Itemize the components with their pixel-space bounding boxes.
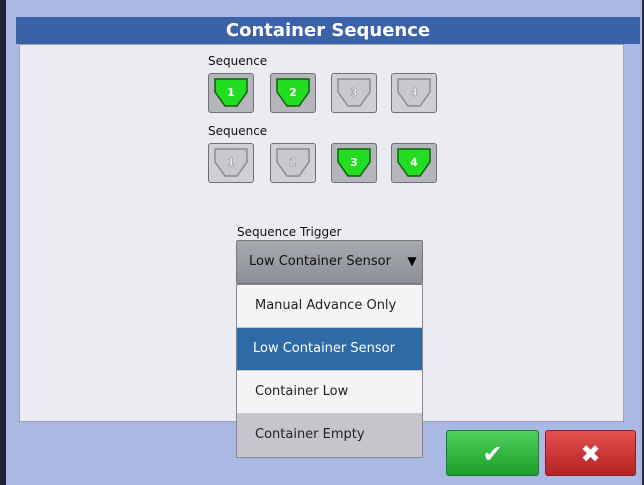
hopper-icon: 4: [397, 148, 431, 177]
container-2-button[interactable]: 2: [270, 73, 316, 113]
container-4-button[interactable]: 4: [391, 73, 437, 113]
sequence-trigger-value: Low Container Sensor: [249, 254, 391, 269]
option-container-low[interactable]: Container Low: [237, 371, 422, 414]
hopper-icon: 1: [214, 78, 248, 107]
container-number: 3: [350, 86, 358, 99]
cancel-button[interactable]: ✖: [545, 430, 636, 476]
accept-button[interactable]: ✔: [446, 430, 539, 476]
container-number: 1: [227, 156, 235, 169]
hopper-icon: 3: [337, 148, 371, 177]
container-number: 4: [410, 156, 418, 169]
container-1-button[interactable]: 1: [208, 143, 254, 183]
container-4-button[interactable]: 4: [391, 143, 437, 183]
container-number: 3: [350, 156, 358, 169]
sequence-label-2: Sequence: [208, 124, 268, 138]
hopper-icon: 2: [276, 78, 310, 107]
x-icon: ✖: [580, 440, 601, 468]
sequence-trigger-menu: Manual Advance Only Low Container Sensor…: [236, 284, 423, 458]
triangle-down-icon[interactable]: ▼: [402, 241, 422, 283]
container-3-button[interactable]: 3: [331, 73, 377, 113]
dialog-title: Container Sequence: [16, 17, 640, 44]
container-number: 4: [410, 86, 418, 99]
sequence-trigger-label: Sequence Trigger: [237, 225, 342, 239]
option-low-container-sensor[interactable]: Low Container Sensor: [237, 328, 422, 371]
container-number: 2: [289, 156, 297, 169]
container-3-button[interactable]: 3: [331, 143, 377, 183]
container-number: 1: [227, 86, 235, 99]
option-container-empty[interactable]: Container Empty: [237, 414, 422, 457]
hopper-icon: 2: [276, 148, 310, 177]
container-1-button[interactable]: 1: [208, 73, 254, 113]
container-number: 2: [289, 86, 297, 99]
hopper-icon: 4: [397, 78, 431, 107]
option-manual-advance-only[interactable]: Manual Advance Only: [237, 285, 422, 328]
hopper-icon: 1: [214, 148, 248, 177]
sequence-label-1: Sequence: [208, 54, 268, 68]
hopper-icon: 3: [337, 78, 371, 107]
sequence-trigger-dropdown[interactable]: Low Container Sensor ▼: [236, 240, 423, 284]
container-2-button[interactable]: 2: [270, 143, 316, 183]
checkmark-icon: ✔: [482, 440, 503, 468]
